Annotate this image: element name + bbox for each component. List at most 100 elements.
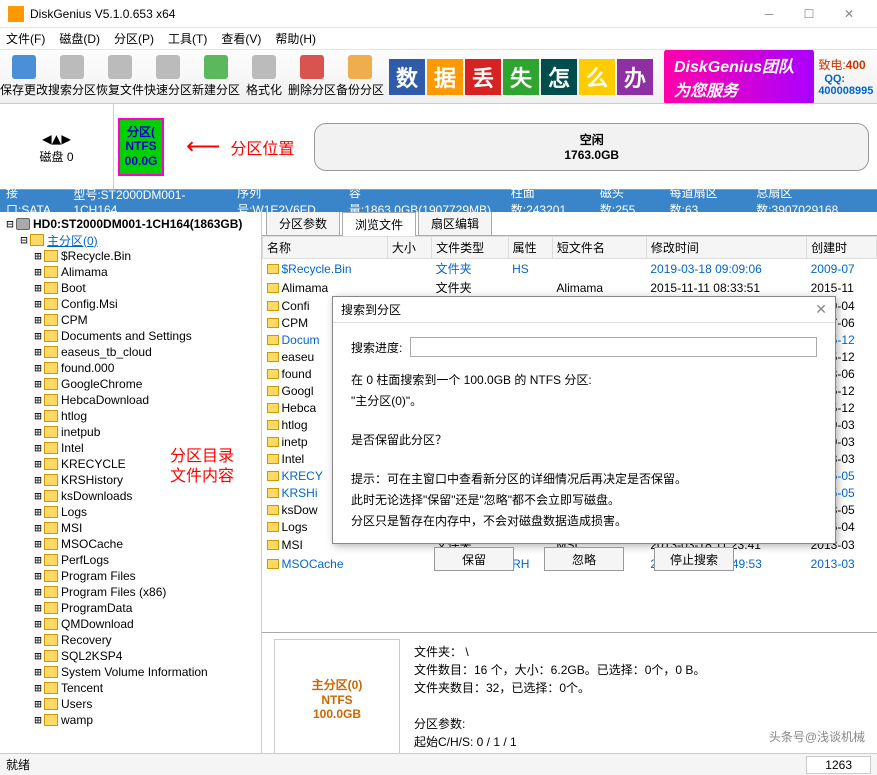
expand-icon[interactable]: ⊞ <box>32 521 44 535</box>
tree-item[interactable]: ⊞System Volume Information <box>2 664 259 680</box>
expand-icon[interactable]: ⊞ <box>32 313 44 327</box>
tab[interactable]: 浏览文件 <box>342 212 416 236</box>
tree-item[interactable]: ⊞ProgramData <box>2 600 259 616</box>
tree-item[interactable]: ⊞easeus_tb_cloud <box>2 344 259 360</box>
toolbar-button[interactable]: 删除分区 <box>288 52 336 102</box>
tree-item[interactable]: ⊞QMDownload <box>2 616 259 632</box>
column-header[interactable]: 短文件名 <box>552 237 646 259</box>
progress-field <box>410 337 817 357</box>
expand-icon[interactable]: ⊞ <box>32 697 44 711</box>
expand-icon[interactable]: ⊞ <box>32 457 44 471</box>
disk-nav-arrows[interactable]: ◀▲▶ <box>42 129 71 148</box>
tree-item[interactable]: ⊞MSOCache <box>2 536 259 552</box>
tab[interactable]: 扇区编辑 <box>418 212 492 235</box>
tree-item[interactable]: ⊞inetpub <box>2 424 259 440</box>
expand-icon[interactable]: ⊞ <box>32 393 44 407</box>
expand-icon[interactable]: ⊞ <box>32 249 44 263</box>
expand-icon[interactable]: ⊞ <box>32 489 44 503</box>
expand-icon[interactable]: ⊞ <box>32 537 44 551</box>
expand-icon[interactable]: ⊟ <box>4 217 16 231</box>
expand-icon[interactable]: ⊟ <box>18 233 30 247</box>
tab[interactable]: 分区参数 <box>266 212 340 235</box>
stop-search-button[interactable]: 停止搜索 <box>654 547 734 571</box>
expand-icon[interactable]: ⊞ <box>32 713 44 727</box>
expand-icon[interactable]: ⊞ <box>32 361 44 375</box>
toolbar-button[interactable]: 备份分区 <box>336 52 384 102</box>
close-button[interactable]: ✕ <box>829 0 869 28</box>
toolbar-button[interactable]: 新建分区 <box>192 52 240 102</box>
file-row[interactable]: Alimama文件夹Alimama2015-11-11 08:33:512015… <box>263 278 877 297</box>
toolbar-button[interactable]: 快速分区 <box>144 52 192 102</box>
minimize-button[interactable]: ─ <box>749 0 789 28</box>
partition-thumb[interactable]: 分区( NTFS 00.0G <box>118 118 164 176</box>
directory-tree[interactable]: 分区目录 文件内容 ⊟HD0:ST2000DM001-1CH164(1863GB… <box>0 212 262 772</box>
tree-item[interactable]: ⊞htlog <box>2 408 259 424</box>
column-header[interactable]: 修改时间 <box>646 237 806 259</box>
column-header[interactable]: 属性 <box>508 237 552 259</box>
expand-icon[interactable]: ⊞ <box>32 441 44 455</box>
tree-item[interactable]: ⊞Tencent <box>2 680 259 696</box>
file-row[interactable]: $Recycle.Bin文件夹HS2019-03-18 09:09:062009… <box>263 259 877 279</box>
tree-item[interactable]: ⊞Documents and Settings <box>2 328 259 344</box>
tree-item[interactable]: ⊟主分区(0) <box>2 232 259 248</box>
expand-icon[interactable]: ⊞ <box>32 377 44 391</box>
expand-icon[interactable]: ⊞ <box>32 425 44 439</box>
column-header[interactable]: 创建时 <box>807 237 877 259</box>
expand-icon[interactable]: ⊞ <box>32 617 44 631</box>
tree-item[interactable]: ⊞GoogleChrome <box>2 376 259 392</box>
expand-icon[interactable]: ⊞ <box>32 409 44 423</box>
ignore-button[interactable]: 忽略 <box>544 547 624 571</box>
tree-item[interactable]: ⊞Recovery <box>2 632 259 648</box>
menu-item[interactable]: 帮助(H) <box>275 30 316 47</box>
tree-item[interactable]: ⊞CPM <box>2 312 259 328</box>
tree-item[interactable]: ⊞Program Files (x86) <box>2 584 259 600</box>
toolbar-button[interactable]: 恢复文件 <box>96 52 144 102</box>
tree-item[interactable]: ⊞Users <box>2 696 259 712</box>
toolbar-button[interactable]: 搜索分区 <box>48 52 96 102</box>
menu-item[interactable]: 查看(V) <box>221 30 261 47</box>
column-header[interactable]: 名称 <box>263 237 388 259</box>
tree-item[interactable]: ⊞Config.Msi <box>2 296 259 312</box>
expand-icon[interactable]: ⊞ <box>32 345 44 359</box>
tree-item[interactable]: ⊞HebcaDownload <box>2 392 259 408</box>
tree-disk-node[interactable]: ⊟HD0:ST2000DM001-1CH164(1863GB) <box>2 216 259 232</box>
dialog-close-icon[interactable]: ✕ <box>815 301 827 318</box>
menu-item[interactable]: 工具(T) <box>168 30 207 47</box>
tree-item[interactable]: ⊞ksDownloads <box>2 488 259 504</box>
expand-icon[interactable]: ⊞ <box>32 505 44 519</box>
tree-item[interactable]: ⊞MSI <box>2 520 259 536</box>
menu-item[interactable]: 文件(F) <box>6 30 45 47</box>
tree-item[interactable]: ⊞Program Files <box>2 568 259 584</box>
expand-icon[interactable]: ⊞ <box>32 601 44 615</box>
tree-item[interactable]: ⊞$Recycle.Bin <box>2 248 259 264</box>
tree-item[interactable]: ⊞Alimama <box>2 264 259 280</box>
expand-icon[interactable]: ⊞ <box>32 649 44 663</box>
tree-item[interactable]: ⊞PerfLogs <box>2 552 259 568</box>
expand-icon[interactable]: ⊞ <box>32 585 44 599</box>
tree-item[interactable]: ⊞Boot <box>2 280 259 296</box>
menu-item[interactable]: 分区(P) <box>114 30 154 47</box>
expand-icon[interactable]: ⊞ <box>32 553 44 567</box>
tree-item[interactable]: ⊞SQL2KSP4 <box>2 648 259 664</box>
expand-icon[interactable]: ⊞ <box>32 681 44 695</box>
expand-icon[interactable]: ⊞ <box>32 281 44 295</box>
toolbar-icon <box>300 55 324 79</box>
column-header[interactable]: 大小 <box>387 237 431 259</box>
column-header[interactable]: 文件类型 <box>432 237 509 259</box>
maximize-button[interactable]: ☐ <box>789 0 829 28</box>
expand-icon[interactable]: ⊞ <box>32 633 44 647</box>
expand-icon[interactable]: ⊞ <box>32 665 44 679</box>
tree-item[interactable]: ⊞Logs <box>2 504 259 520</box>
toolbar-button[interactable]: 保存更改 <box>0 52 48 102</box>
expand-icon[interactable]: ⊞ <box>32 569 44 583</box>
tree-item[interactable]: ⊞wamp <box>2 712 259 728</box>
menu-item[interactable]: 磁盘(D) <box>59 30 100 47</box>
toolbar-button[interactable]: 格式化 <box>240 52 288 102</box>
expand-icon[interactable]: ⊞ <box>32 265 44 279</box>
expand-icon[interactable]: ⊞ <box>32 329 44 343</box>
keep-button[interactable]: 保留 <box>434 547 514 571</box>
expand-icon[interactable]: ⊞ <box>32 297 44 311</box>
expand-icon[interactable]: ⊞ <box>32 473 44 487</box>
tree-item[interactable]: ⊞found.000 <box>2 360 259 376</box>
free-space-bar[interactable]: 空闲 1763.0GB <box>314 123 869 171</box>
